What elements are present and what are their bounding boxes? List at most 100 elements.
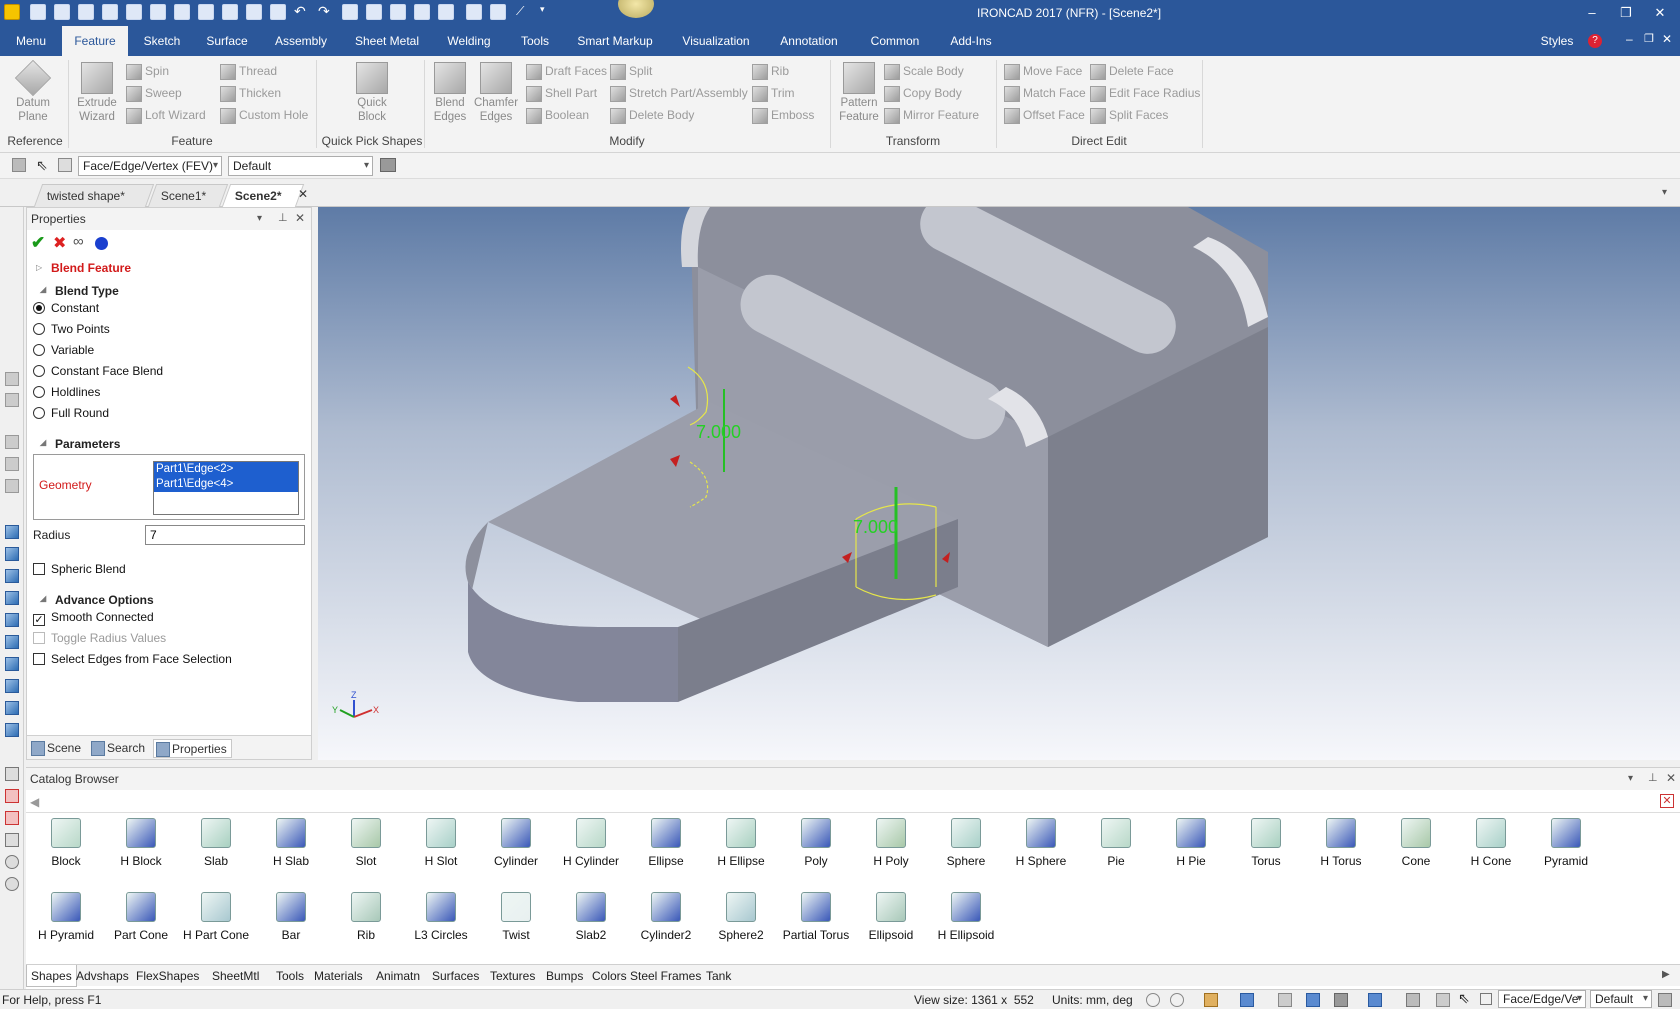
ribbon-minimize-icon[interactable]: – bbox=[1626, 32, 1633, 46]
advance-options-section[interactable]: Advance Options bbox=[40, 593, 154, 607]
back-arrow-icon[interactable]: ◀ bbox=[30, 795, 39, 809]
blend-radius-dimension[interactable]: 7.000 bbox=[696, 422, 741, 442]
option-variable[interactable]: Variable bbox=[33, 343, 94, 357]
pointer-icon[interactable]: ⇖ bbox=[1458, 990, 1470, 1007]
catalog-shape-slab2[interactable]: Slab2 bbox=[554, 892, 628, 942]
tool-icon[interactable] bbox=[5, 479, 19, 493]
catalog-shape-torus[interactable]: Torus bbox=[1229, 818, 1303, 868]
catalog-tab-flexshapes[interactable]: FlexShapes bbox=[132, 965, 203, 987]
scroll-right-icon[interactable]: ▶ bbox=[1662, 969, 1670, 980]
extrude-wizard-button[interactable]: Extrude Wizard bbox=[72, 62, 122, 124]
datum-plane-button[interactable]: Datum Plane bbox=[6, 59, 60, 124]
tab-scene[interactable]: Scene bbox=[29, 739, 81, 758]
catalog-shape-h-ellipse[interactable]: H Ellipse bbox=[704, 818, 778, 868]
catalog-close-icon[interactable]: ✕ bbox=[1666, 771, 1676, 785]
new-icon[interactable] bbox=[30, 4, 46, 20]
tab-search[interactable]: Search bbox=[89, 739, 145, 758]
tab-properties[interactable]: Properties bbox=[153, 739, 232, 758]
zoom-icon[interactable] bbox=[1146, 993, 1160, 1007]
close-doc-icon[interactable] bbox=[78, 4, 94, 20]
blend-edges-button[interactable]: Blend Edges bbox=[428, 62, 472, 124]
image-icon[interactable] bbox=[390, 4, 406, 20]
thicken-button[interactable]: Thicken bbox=[220, 84, 281, 102]
tab-sketch[interactable]: Sketch bbox=[136, 26, 188, 56]
catalog-shape-sphere2[interactable]: Sphere2 bbox=[704, 892, 778, 942]
customize-arrow-icon[interactable]: ▾ bbox=[540, 4, 556, 20]
render-icon[interactable] bbox=[342, 4, 358, 20]
select-tool-icon[interactable] bbox=[12, 158, 26, 172]
catalog-shape-h-slot[interactable]: H Slot bbox=[404, 818, 478, 868]
select-filter-icon[interactable] bbox=[1480, 993, 1492, 1005]
tab-sheet-metal[interactable]: Sheet Metal bbox=[350, 26, 424, 56]
smart-snap-icon[interactable] bbox=[1436, 993, 1450, 1007]
render-mode-icon[interactable] bbox=[1278, 993, 1292, 1007]
cut-icon[interactable] bbox=[270, 4, 286, 20]
expand-arrow-icon[interactable]: ▷ bbox=[36, 263, 42, 272]
sketch-tool-icon[interactable] bbox=[5, 833, 19, 847]
boolean-button[interactable]: Boolean bbox=[526, 106, 589, 124]
radio[interactable] bbox=[33, 365, 45, 377]
circle-tool-icon[interactable] bbox=[5, 855, 19, 869]
stretch-button[interactable]: Stretch Part/Assembly bbox=[610, 84, 748, 102]
graduation-icon[interactable] bbox=[490, 4, 506, 20]
geometry-list[interactable]: Part1\Edge<2> Part1\Edge<4> bbox=[153, 461, 299, 515]
sketch-tool-icon[interactable] bbox=[5, 789, 19, 803]
tab-feature[interactable]: Feature bbox=[62, 26, 128, 56]
catalog-dropdown-icon[interactable]: ▾ bbox=[1628, 773, 1633, 784]
catalog-pin-icon[interactable]: ⊥ bbox=[1648, 771, 1658, 784]
status-filter-select[interactable]: Face/Edge/Ve bbox=[1498, 990, 1586, 1008]
catalog-shape-cone[interactable]: Cone bbox=[1379, 818, 1453, 868]
ok-check-icon[interactable]: ✔ bbox=[31, 233, 45, 253]
tab-menu[interactable]: Menu bbox=[4, 26, 58, 56]
panel-close-icon[interactable]: ✕ bbox=[295, 211, 305, 225]
help-icon[interactable]: ? bbox=[1588, 34, 1602, 48]
rib-button[interactable]: Rib bbox=[752, 62, 789, 80]
catalog-tab-textures[interactable]: Textures bbox=[486, 965, 539, 987]
options-icon[interactable] bbox=[246, 4, 262, 20]
app-logo-icon[interactable] bbox=[4, 4, 20, 20]
catalog-tab-materials[interactable]: Materials bbox=[310, 965, 367, 987]
radio[interactable] bbox=[33, 407, 45, 419]
radio[interactable] bbox=[33, 386, 45, 398]
list-icon[interactable] bbox=[414, 4, 430, 20]
sketch-tool-icon[interactable] bbox=[5, 767, 19, 781]
catalog-shape-cylinder[interactable]: Cylinder bbox=[479, 818, 553, 868]
catalog-shape-block[interactable]: Block bbox=[29, 818, 103, 868]
scene-canvas[interactable]: 7.000 7.000 Z X Y bbox=[318, 207, 1680, 760]
radio[interactable] bbox=[33, 344, 45, 356]
tab-assembly[interactable]: Assembly bbox=[268, 26, 334, 56]
shape-tool-icon[interactable] bbox=[5, 723, 19, 737]
catalog-shape-l3-circles[interactable]: L3 Circles bbox=[404, 892, 478, 942]
chamfer-edges-button[interactable]: Chamfer Edges bbox=[472, 62, 520, 124]
geometry-item[interactable]: Part1\Edge<2> bbox=[154, 462, 298, 477]
ribbon-close-icon[interactable]: ✕ bbox=[1662, 32, 1672, 46]
select-edges-checkbox[interactable]: Select Edges from Face Selection bbox=[33, 652, 232, 666]
triball-icon[interactable] bbox=[366, 4, 382, 20]
shape-tool-icon[interactable] bbox=[5, 525, 19, 539]
save-all-icon[interactable] bbox=[198, 4, 214, 20]
spheric-blend-checkbox[interactable]: Spheric Blend bbox=[33, 562, 126, 576]
tab-welding[interactable]: Welding bbox=[440, 26, 498, 56]
tab-visualization[interactable]: Visualization bbox=[676, 26, 756, 56]
catalog-shape-h-pie[interactable]: H Pie bbox=[1154, 818, 1228, 868]
tab-list-icon[interactable]: ▾ bbox=[1662, 187, 1667, 198]
folder-icon[interactable] bbox=[150, 4, 166, 20]
catalog-shape-poly[interactable]: Poly bbox=[779, 818, 853, 868]
catalog-shape-h-ellipsoid[interactable]: H Ellipsoid bbox=[929, 892, 1003, 942]
shading-icon[interactable] bbox=[1306, 993, 1320, 1007]
selection-filter-select[interactable]: Face/Edge/Vertex (FEV) bbox=[78, 156, 222, 176]
catalog-tab-shapes[interactable]: Shapes bbox=[26, 965, 77, 987]
catalog-tab-sheetmtl[interactable]: SheetMtl bbox=[208, 965, 263, 987]
blend-type-section[interactable]: Blend Type bbox=[40, 284, 119, 298]
checkbox[interactable] bbox=[33, 563, 45, 575]
catalog-shape-cylinder2[interactable]: Cylinder2 bbox=[629, 892, 703, 942]
catalog-shape-h-torus[interactable]: H Torus bbox=[1304, 818, 1378, 868]
display-icon[interactable] bbox=[1406, 993, 1420, 1007]
open-icon[interactable] bbox=[54, 4, 70, 20]
smooth-connected-checkbox[interactable]: ✓ Smooth Connected bbox=[33, 610, 154, 626]
close-tab-icon[interactable]: ✕ bbox=[298, 187, 308, 201]
doc-tab-scene1[interactable]: Scene1* bbox=[147, 184, 229, 207]
catalog-shape-h-poly[interactable]: H Poly bbox=[854, 818, 928, 868]
drag-handle[interactable] bbox=[670, 395, 680, 407]
catalog-shape-h-pyramid[interactable]: H Pyramid bbox=[29, 892, 103, 942]
